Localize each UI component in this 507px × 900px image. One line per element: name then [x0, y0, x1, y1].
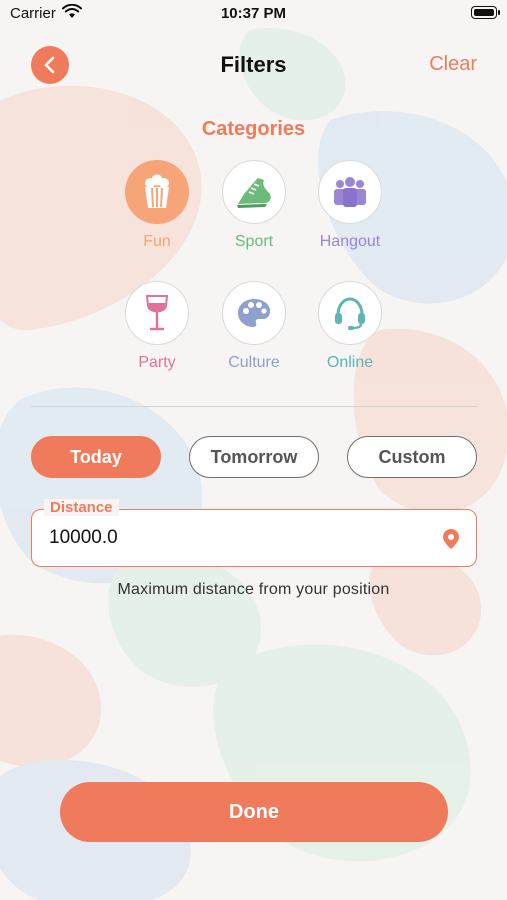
category-party[interactable]: Party: [107, 281, 207, 372]
section-divider: [31, 406, 477, 407]
distance-help-text: Maximum distance from your position: [117, 581, 390, 598]
headset-icon: [335, 297, 365, 330]
location-pin-icon[interactable]: [442, 528, 460, 555]
category-online-circle: [318, 281, 382, 345]
custom-button[interactable]: Custom: [347, 436, 477, 478]
popcorn-icon: [145, 174, 169, 208]
distance-input[interactable]: [49, 524, 419, 552]
wine-glass-icon: [145, 295, 169, 331]
category-hangout-circle: [318, 160, 382, 224]
today-button[interactable]: Today: [31, 436, 161, 478]
category-party-label: Party: [138, 354, 176, 371]
category-party-circle: [125, 281, 189, 345]
status-time: 10:37 PM: [220, 5, 287, 22]
category-hangout-label: Hangout: [319, 233, 381, 250]
distance-label: Distance: [44, 499, 119, 516]
categories-heading: Categories: [201, 118, 306, 140]
category-fun-circle: [125, 160, 189, 224]
sneaker-icon: [237, 178, 271, 208]
done-button[interactable]: Done: [60, 782, 448, 842]
category-sport[interactable]: Sport: [204, 160, 304, 251]
category-online-label: Online: [326, 354, 374, 371]
tomorrow-button[interactable]: Tomorrow: [189, 436, 319, 478]
category-hangout[interactable]: Hangout: [300, 160, 400, 251]
category-fun-label: Fun: [143, 233, 171, 250]
category-culture-circle: [222, 281, 286, 345]
status-bar: Carrier 10:37 PM: [0, 0, 507, 28]
palette-icon: [238, 299, 270, 327]
distance-field: Distance: [31, 499, 477, 567]
category-fun[interactable]: Fun: [107, 160, 207, 251]
category-online[interactable]: Online: [300, 281, 400, 372]
group-icon: [334, 177, 366, 207]
category-culture[interactable]: Culture: [204, 281, 304, 372]
category-culture-label: Culture: [228, 354, 280, 371]
clear-button[interactable]: Clear: [429, 53, 477, 76]
battery-icon: [471, 6, 500, 19]
category-sport-circle: [222, 160, 286, 224]
category-sport-label: Sport: [234, 233, 274, 250]
